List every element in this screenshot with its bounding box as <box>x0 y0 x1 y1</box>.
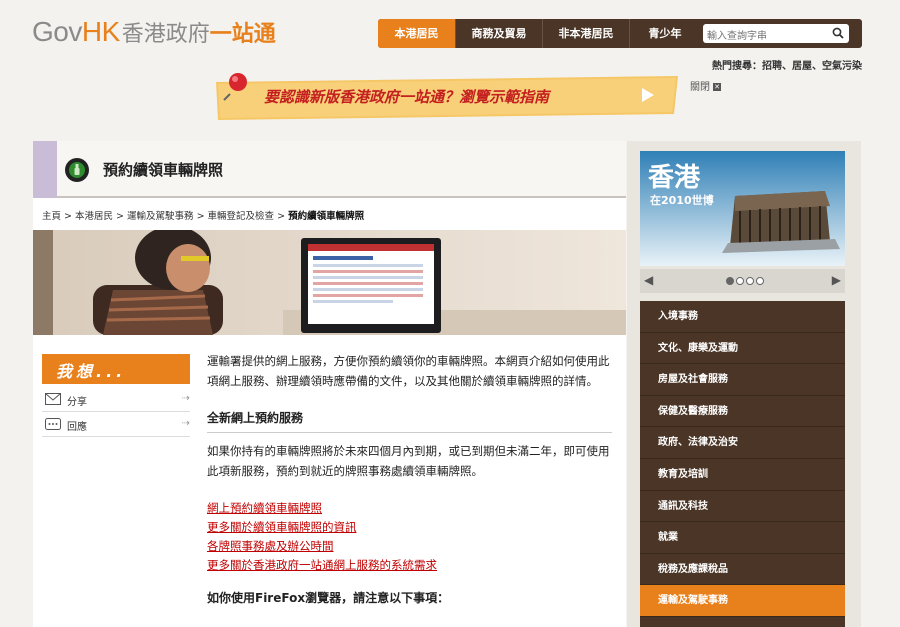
search-box <box>703 24 849 46</box>
carousel-dots <box>726 277 764 285</box>
category-housing[interactable]: 房屋及社會服務 <box>640 364 845 396</box>
play-arrow-icon <box>642 88 654 102</box>
govhk-logo[interactable]: Gov HK 香港政府 一站通 <box>32 16 276 50</box>
category-culture[interactable]: 文化、康樂及運動 <box>640 333 845 365</box>
title-accent-strip <box>33 141 57 198</box>
arrow-right-icon: ⇢ <box>181 418 190 429</box>
breadcrumb: 主頁 > 本港居民 > 運輸及駕駛事務 > 車輛登記及檢查 > 預約續領車輛牌照 <box>42 208 364 222</box>
mail-icon <box>45 393 61 405</box>
close-label: 關閉 <box>690 82 710 93</box>
sidebar-divider <box>42 411 190 412</box>
i-want-heading: 我想... <box>56 362 127 381</box>
close-banner[interactable]: 關閉 ✕ <box>690 78 721 93</box>
link-online-booking[interactable]: 網上預約續領車輛牌照 <box>207 499 612 518</box>
carousel-dot[interactable] <box>736 277 744 285</box>
logo-zh-b: 一站通 <box>209 22 276 47</box>
feedback-link[interactable]: 回應 ⇢ <box>45 415 190 435</box>
category-employment[interactable]: 就業 <box>640 522 845 554</box>
link-offices-hours[interactable]: 各牌照事務處及辦公時間 <box>207 537 612 556</box>
link-more-info[interactable]: 更多關於續領車輛牌照的資訊 <box>207 518 612 537</box>
feedback-label: 回應 <box>67 422 87 433</box>
link-system-requirements[interactable]: 更多關於香港政府一站通網上服務的系統需求 <box>207 556 612 575</box>
carousel-prev-icon[interactable]: ◀ <box>644 273 653 287</box>
share-link[interactable]: 分享 ⇢ <box>45 390 190 410</box>
arrow-right-icon: ⇢ <box>181 393 190 404</box>
breadcrumb-separator: > <box>113 211 128 222</box>
breadcrumb-transport[interactable]: 運輸及駕駛事務 <box>127 211 194 222</box>
page-title: 預約續領車輛牌照 <box>103 161 224 179</box>
hot-search: 熱門搜尋：招聘、居屋、空氣污染 <box>712 57 862 72</box>
title-bar: 預約續領車輛牌照 <box>33 141 626 198</box>
link-list: 網上預約續領車輛牌照 更多關於續領車輛牌照的資訊 各牌照事務處及辦公時間 更多關… <box>207 499 612 575</box>
carousel-controls: ◀ ▶ <box>640 269 845 293</box>
category-education[interactable]: 教育及培訓 <box>640 459 845 491</box>
category-transport[interactable]: 運輸及駕駛事務 <box>640 585 845 617</box>
nav-tab-youth[interactable]: 青少年 <box>630 19 700 48</box>
breadcrumb-home[interactable]: 主頁 <box>42 211 61 222</box>
category-ict[interactable]: 通訊及科技 <box>640 491 845 523</box>
breadcrumb-vehicle-registration[interactable]: 車輛登記及檢查 <box>208 211 275 222</box>
i-want-panel: 我想... <box>42 354 190 384</box>
category-immigration[interactable]: 入境事務 <box>640 301 845 333</box>
hot-search-items[interactable]: 招聘、居屋、空氣污染 <box>762 61 862 72</box>
breadcrumb-residents[interactable]: 本港居民 <box>75 211 113 222</box>
logo-hk: HK <box>81 16 120 47</box>
category-health[interactable]: 保健及醫療服務 <box>640 396 845 428</box>
carousel-dot[interactable] <box>756 277 764 285</box>
promo-title: 香港 <box>648 163 701 193</box>
category-menu: 入境事務 文化、康樂及運動 房屋及社會服務 保健及醫療服務 政府、法律及治安 教… <box>640 301 845 627</box>
share-label: 分享 <box>67 397 87 408</box>
main-panel: 預約續領車輛牌照 主頁 > 本港居民 > 運輸及駕駛事務 > 車輛登記及檢查 >… <box>33 141 626 627</box>
carousel-dot[interactable] <box>726 277 734 285</box>
hero-photo <box>33 230 626 335</box>
hot-search-label: 熱門搜尋： <box>712 61 762 72</box>
breadcrumb-separator: > <box>193 211 208 222</box>
promo-subtitle: 在2010世博 <box>650 194 714 207</box>
content-body: 運輸署提供的網上服務，方便你預約續領你的車輛牌照。本網頁介紹如何使用此項網上服務… <box>207 351 612 612</box>
logo-gov: Gov <box>32 16 82 47</box>
logo-zh-a: 香港政府 <box>121 22 210 47</box>
comment-icon <box>45 418 61 430</box>
category-government[interactable]: 政府、法律及治安 <box>640 427 845 459</box>
nav-tab-business[interactable]: 商務及貿易 <box>456 19 543 48</box>
close-icon[interactable]: ✕ <box>713 83 721 91</box>
category-tax[interactable]: 稅務及應課稅品 <box>640 554 845 586</box>
hero-image <box>33 230 626 335</box>
section-heading-firefox: 如你使用FireFox瀏覽器，請注意以下事項： <box>207 591 450 605</box>
section-paragraph: 如果你持有的車輛牌照將於未來四個月內到期，或已到期但未滿二年，即可使用此項新服務… <box>207 444 610 478</box>
guide-banner[interactable]: 要認識新版香港政府一站通？瀏覽示範指南 <box>212 72 682 120</box>
right-column: 香港 在2010世博 ◀ ▶ 入境事務 文化、康樂及運動 房屋及社會服務 保健及… <box>627 141 861 627</box>
banner-text: 要認識新版香港政府一站通？瀏覽示範指南 <box>264 88 550 106</box>
nav-tab-non-residents[interactable]: 非本港居民 <box>543 19 630 48</box>
section-heading-online-booking: 全新網上預約服務 <box>207 409 612 433</box>
intro-paragraph: 運輸署提供的網上服務，方便你預約續領你的車輛牌照。本網頁介紹如何使用此項網上服務… <box>207 354 610 388</box>
breadcrumb-separator: > <box>274 211 289 222</box>
breadcrumb-current: 預約續領車輛牌照 <box>288 211 365 222</box>
search-input[interactable] <box>703 27 823 46</box>
pushpin-icon <box>223 73 247 101</box>
traffic-light-icon <box>65 158 89 182</box>
search-icon[interactable] <box>832 27 844 39</box>
carousel-dot[interactable] <box>746 277 754 285</box>
breadcrumb-separator: > <box>61 211 76 222</box>
expo-promo-banner[interactable]: 香港 在2010世博 <box>640 151 845 266</box>
sidebar-divider <box>42 436 190 437</box>
nav-tab-residents[interactable]: 本港居民 <box>378 19 456 48</box>
carousel-next-icon[interactable]: ▶ <box>832 273 841 287</box>
